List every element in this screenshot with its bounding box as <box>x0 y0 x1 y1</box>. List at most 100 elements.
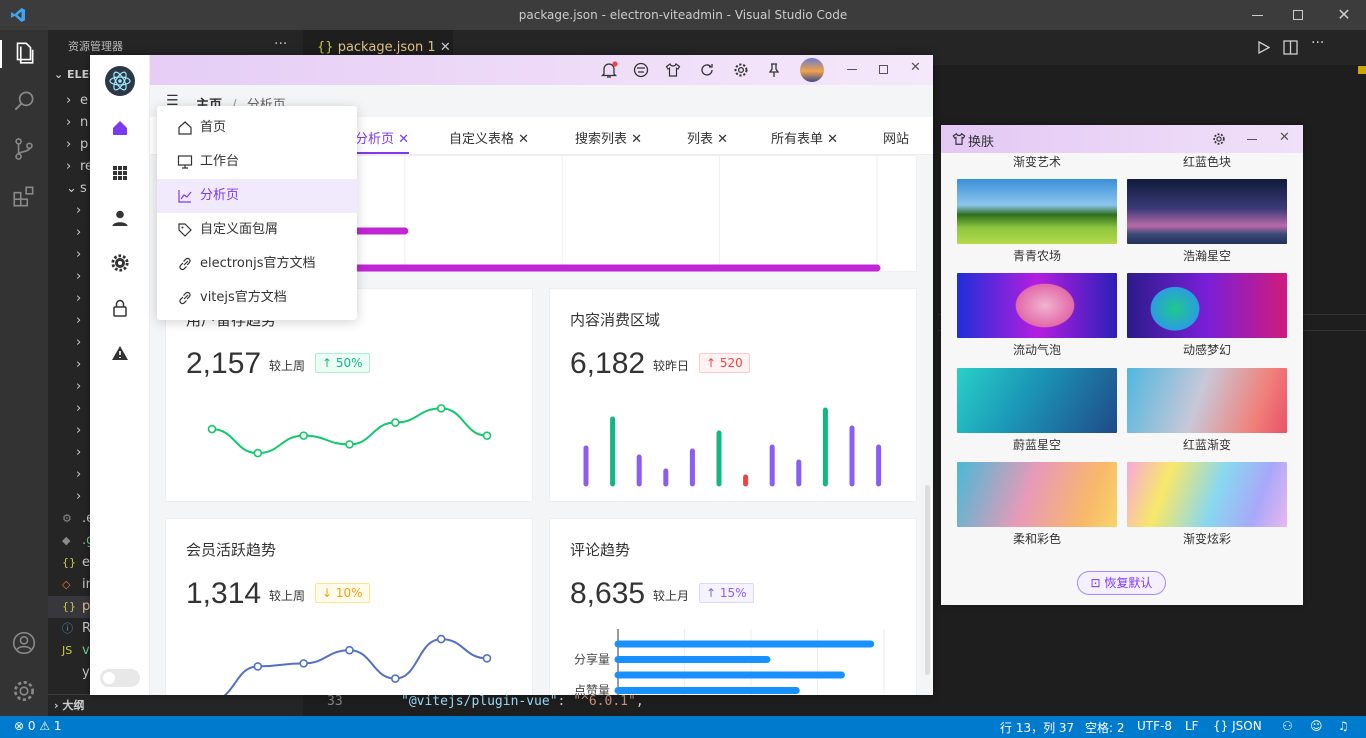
comment-bar-chart: 分享量点赞量 <box>574 629 885 696</box>
card-comment-trend: 评论趋势 8,635 较上月 ↑ 15% 分享量 点赞量 <box>549 518 917 695</box>
extensions-icon[interactable] <box>11 184 37 210</box>
manage-gear-icon[interactable] <box>11 678 37 704</box>
consumption-bar-chart <box>583 407 882 487</box>
file-type-icon: {} <box>62 600 76 613</box>
language-icon[interactable] <box>633 62 649 78</box>
pin-icon[interactable] <box>766 62 782 78</box>
skin-close-button[interactable]: ✕ <box>1279 130 1290 145</box>
restore-button[interactable] <box>1280 0 1320 30</box>
skin-label: 红蓝色块 <box>1182 155 1231 169</box>
skin-minimize-button[interactable] <box>1247 139 1257 140</box>
file-type-icon: ⚙ <box>62 512 72 525</box>
y-category-label: 点赞量 <box>574 684 610 696</box>
code-line[interactable]: "@vitejs/plugin-vue": "^6.0.1", <box>401 694 644 709</box>
skin-thumb-farm[interactable] <box>957 179 1117 244</box>
app-close-button[interactable]: ✕ <box>910 60 921 75</box>
card-value: 8,635 <box>570 577 646 610</box>
data-point <box>391 418 400 427</box>
editor-more-icon[interactable]: ··· <box>1311 35 1324 51</box>
app-maximize-button[interactable] <box>879 65 888 74</box>
encoding[interactable]: UTF-8 <box>1137 719 1172 733</box>
more-actions-icon[interactable]: ··· <box>274 36 287 52</box>
data-point <box>299 659 308 668</box>
explorer-files-icon[interactable] <box>11 40 37 66</box>
cursor-position[interactable]: 行 13，列 37 <box>1000 719 1074 736</box>
system-gear-icon[interactable] <box>109 252 131 274</box>
tab-analysis[interactable]: 分析页 ✕ <box>355 128 409 147</box>
warning-icon[interactable] <box>109 342 131 364</box>
menu-item-custom-breadcrumb[interactable]: 自定义面包屑 <box>157 213 357 247</box>
lock-icon[interactable] <box>109 297 131 319</box>
skin-shirt-icon[interactable] <box>665 62 681 78</box>
skin-thumb-soft[interactable] <box>957 462 1117 527</box>
status-badge: ↑ 15% <box>699 583 754 603</box>
card-value: 1,314 <box>186 577 262 610</box>
skin-label: 柔和彩色 <box>1012 532 1061 546</box>
theme-toggle[interactable] <box>100 669 140 687</box>
close-button[interactable]: ✕ <box>1322 0 1366 30</box>
status-badge: ↑ 50% <box>315 353 370 373</box>
user-icon[interactable] <box>109 207 131 229</box>
home-icon[interactable] <box>109 117 131 139</box>
electron-logo-icon <box>105 66 135 96</box>
feedback-icon[interactable]: ☺ <box>1310 719 1323 733</box>
skin-thumb-colorful[interactable] <box>1127 462 1287 527</box>
tab-all-forms[interactable]: 所有表单 ✕ <box>771 128 838 147</box>
skin-thumb-red-blue[interactable] <box>1127 368 1287 433</box>
apps-grid-icon[interactable] <box>109 162 131 184</box>
user-avatar[interactable] <box>800 58 824 82</box>
notification-bell-icon[interactable] <box>600 61 618 79</box>
skin-window: 换肤 ✕ 渐变艺术 红蓝色块 青青农场 浩瀚星空 流动气泡 动感梦幻 蔚蓝星空 … <box>941 125 1303 605</box>
refresh-icon[interactable] <box>699 62 715 78</box>
skin-settings-icon[interactable] <box>1212 132 1226 146</box>
file-type-icon: {} <box>62 556 76 569</box>
menu-item-home[interactable]: 首页 <box>157 111 357 145</box>
indentation[interactable]: 空格: 2 <box>1085 719 1125 736</box>
menu-item-vite-docs[interactable]: vitejs官方文档 <box>157 281 357 315</box>
data-point <box>253 448 263 458</box>
split-editor-icon[interactable] <box>1283 40 1298 55</box>
menu-item-electron-docs[interactable]: electronjs官方文档 <box>157 247 357 281</box>
skin-thumb-dreamy[interactable] <box>1127 273 1287 338</box>
file-name: e <box>82 555 90 570</box>
file-type-icon: JS <box>62 644 73 657</box>
settings-gear-icon[interactable] <box>733 62 749 78</box>
tab-search-list[interactable]: 搜索列表 ✕ <box>575 128 642 147</box>
data-point <box>482 431 492 440</box>
app-minimize-button[interactable] <box>847 69 857 70</box>
tab-website[interactable]: 网站 <box>883 128 909 147</box>
run-icon[interactable] <box>1257 41 1270 54</box>
skin-thumb-blue-stars[interactable] <box>957 368 1117 433</box>
card-value: 2,157 <box>186 347 262 380</box>
app-scrollbar[interactable] <box>925 485 930 675</box>
file-name: n <box>80 115 89 130</box>
language-mode[interactable]: {} JSON <box>1213 719 1262 733</box>
skin-label: 红蓝渐变 <box>1182 438 1231 452</box>
notifications-bell-icon[interactable]: ♫ <box>1338 719 1349 733</box>
search-icon[interactable] <box>11 88 37 114</box>
card-compare: 较上周 <box>269 589 306 603</box>
minimize-button[interactable] <box>1238 0 1278 30</box>
monitor-icon <box>177 155 193 169</box>
tab-custom-table[interactable]: 自定义表格 ✕ <box>449 128 529 147</box>
data-point <box>299 431 308 440</box>
app-sidebar <box>90 55 150 695</box>
account-icon[interactable] <box>11 630 37 656</box>
json-braces-icon: {} <box>317 40 334 55</box>
reset-default-button[interactable]: ⊡ 恢复默认 <box>1077 571 1166 595</box>
data-point <box>436 404 446 413</box>
source-control-icon[interactable] <box>11 136 37 162</box>
data-point <box>253 662 263 671</box>
outline-section[interactable]: › 大纲 <box>48 694 303 716</box>
live-share-icon[interactable]: ⚇ <box>1282 719 1293 733</box>
menu-item-analysis[interactable]: 分析页 <box>157 179 357 213</box>
status-badge: ↑ 520 <box>699 353 750 373</box>
skin-thumb-bubbles[interactable] <box>957 273 1117 338</box>
menu-item-workbench[interactable]: 工作台 <box>157 145 357 179</box>
problems-indicator[interactable]: ⊗ 0 ⚠ 1 <box>14 719 62 733</box>
skin-thumb-starry[interactable] <box>1127 179 1287 244</box>
activity-line-chart <box>223 634 492 695</box>
end-of-line[interactable]: LF <box>1185 719 1199 733</box>
file-type-icon: ◆ <box>62 534 71 547</box>
tab-list[interactable]: 列表 ✕ <box>687 128 728 147</box>
